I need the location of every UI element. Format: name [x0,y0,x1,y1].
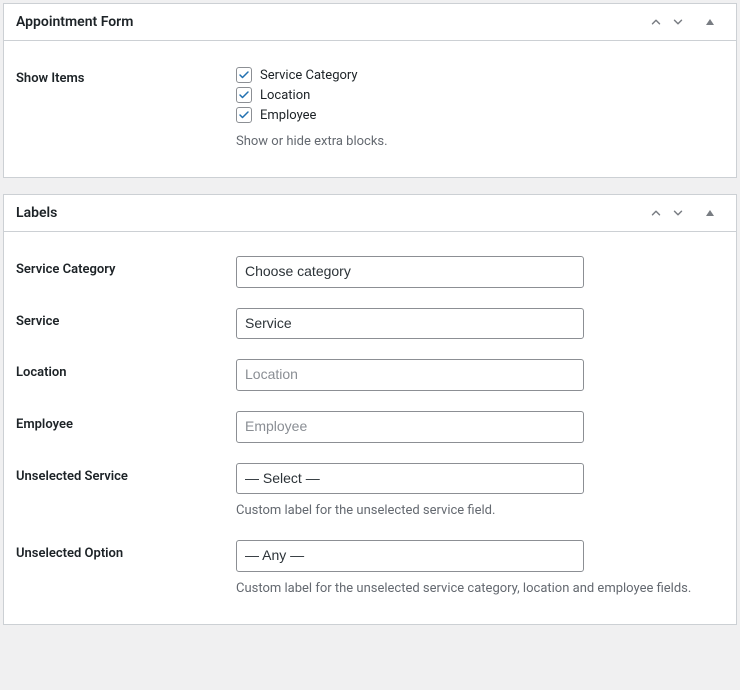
appointment-form-body: Show Items Service Category Location [4,41,736,177]
move-up-button[interactable] [646,203,666,223]
service-input[interactable] [236,308,584,340]
location-label: Location [16,359,236,391]
check-icon [238,89,250,101]
move-up-button[interactable] [646,12,666,32]
checkbox-location[interactable]: Location [236,85,724,105]
checkbox-label: Employee [260,108,316,123]
chevron-down-icon [671,15,685,29]
unselected-option-label: Unselected Option [16,540,236,598]
checkbox-input[interactable] [236,107,252,123]
move-down-button[interactable] [668,12,688,32]
check-icon [238,109,250,121]
location-row: Location [16,347,724,399]
panel-order-controls [646,203,724,223]
chevron-down-icon [671,206,685,220]
checkbox-service-category[interactable]: Service Category [236,65,724,85]
labels-panel: Labels Service Category Service [3,194,737,625]
unselected-option-row: Unselected Option Custom label for the u… [16,528,724,606]
unselected-service-input[interactable] [236,463,584,495]
labels-header: Labels [4,195,736,232]
employee-row: Employee [16,399,724,451]
show-items-field: Service Category Location Employee Show … [236,65,724,151]
labels-body: Service Category Service Location Employ… [4,232,736,624]
chevron-up-icon [649,206,663,220]
check-icon [238,69,250,81]
service-label: Service [16,308,236,340]
checkbox-label: Service Category [260,68,358,83]
move-down-button[interactable] [668,203,688,223]
unselected-option-input[interactable] [236,540,584,572]
employee-label: Employee [16,411,236,443]
service-category-row: Service Category [16,244,724,296]
panel-toggle-button[interactable] [696,203,724,223]
unselected-option-description: Custom label for the unselected service … [236,580,724,598]
show-items-row: Show Items Service Category Location [16,53,724,159]
triangle-up-icon [705,17,715,27]
unselected-service-description: Custom label for the unselected service … [236,502,724,520]
chevron-up-icon [649,15,663,29]
checkbox-employee[interactable]: Employee [236,105,724,125]
location-input[interactable] [236,359,584,391]
panel-toggle-button[interactable] [696,12,724,32]
show-items-description: Show or hide extra blocks. [236,133,724,151]
unselected-service-row: Unselected Service Custom label for the … [16,451,724,529]
appointment-form-panel: Appointment Form Show Items Service Cate… [3,3,737,178]
employee-input[interactable] [236,411,584,443]
triangle-up-icon [705,208,715,218]
appointment-form-header: Appointment Form [4,4,736,41]
checkbox-input[interactable] [236,67,252,83]
appointment-form-title: Appointment Form [16,14,646,30]
unselected-service-label: Unselected Service [16,463,236,521]
checkbox-input[interactable] [236,87,252,103]
service-category-label: Service Category [16,256,236,288]
show-items-label: Show Items [16,65,236,151]
service-category-input[interactable] [236,256,584,288]
service-row: Service [16,296,724,348]
panel-order-controls [646,12,724,32]
labels-title: Labels [16,205,646,221]
checkbox-label: Location [260,88,310,103]
